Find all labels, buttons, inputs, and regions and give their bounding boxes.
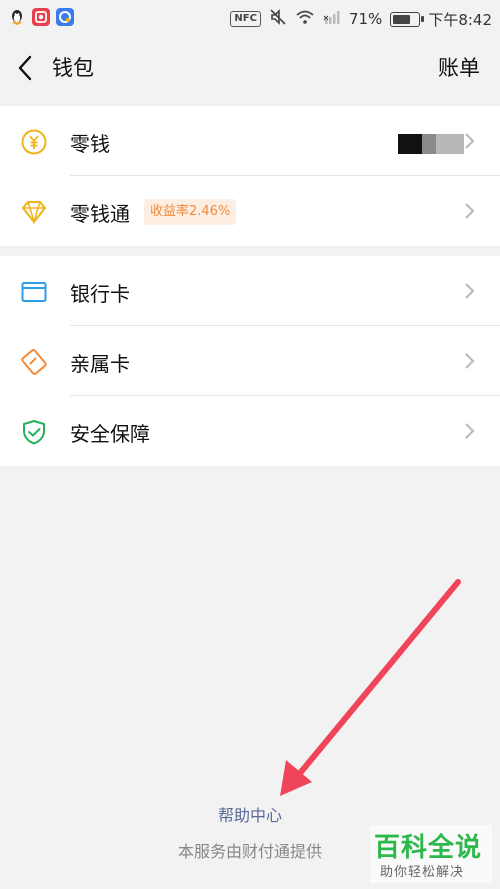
list-item-change[interactable]: 零钱 xyxy=(0,106,500,176)
list-item-change-pass[interactable]: 零钱通 收益率2.46% xyxy=(0,176,500,246)
signal-icon xyxy=(323,8,341,30)
notification-icons xyxy=(8,8,74,26)
diamond-icon xyxy=(20,198,48,226)
list-item-label: 亲属卡 xyxy=(70,352,130,376)
bill-button[interactable]: 账单 xyxy=(438,52,480,82)
chevron-right-icon xyxy=(464,422,476,440)
page-title: 钱包 xyxy=(52,56,94,80)
cards-section: 银行卡 亲属卡 安全保障 xyxy=(0,256,500,466)
qq-penguin-icon xyxy=(8,8,26,26)
watermark-title: 百科全说 xyxy=(374,833,483,863)
list-item-label: 零钱通 xyxy=(70,202,130,226)
list-item-label: 银行卡 xyxy=(70,282,130,306)
yield-rate-badge: 收益率2.46% xyxy=(144,199,237,225)
battery-icon xyxy=(390,11,425,27)
clock: 下午8:42 xyxy=(428,10,492,29)
list-item-label: 安全保障 xyxy=(70,422,150,446)
browser-app-icon xyxy=(56,8,74,26)
status-bar: NFC 71% 下午8:42 xyxy=(0,0,500,36)
mute-icon xyxy=(269,8,287,30)
masked-balance xyxy=(398,134,464,154)
chevron-right-icon xyxy=(464,282,476,300)
list-item-security[interactable]: 安全保障 xyxy=(0,396,500,466)
navigation-bar: 钱包 账单 xyxy=(0,36,500,100)
list-item-bank-card[interactable]: 银行卡 xyxy=(0,256,500,326)
bank-card-icon xyxy=(20,278,48,306)
battery-percent: 71% xyxy=(348,10,383,28)
wallet-section: 零钱 零钱通 收益率2.46% xyxy=(0,106,500,246)
family-card-icon xyxy=(20,348,48,376)
list-item-family-card[interactable]: 亲属卡 xyxy=(0,326,500,396)
watermark-subtitle: 助你轻松解决 xyxy=(380,865,465,880)
help-center-link[interactable]: 帮助中心 xyxy=(0,802,500,826)
chevron-left-icon xyxy=(18,55,32,81)
camera-app-icon xyxy=(32,8,50,26)
back-button[interactable] xyxy=(10,52,42,84)
watermark: 百科全说 助你轻松解决 xyxy=(370,825,492,883)
chevron-right-icon xyxy=(464,132,476,150)
wifi-icon xyxy=(295,8,315,30)
chevron-right-icon xyxy=(464,202,476,220)
shield-icon xyxy=(20,418,48,446)
list-item-label: 零钱 xyxy=(70,132,110,156)
nfc-indicator: NFC xyxy=(230,11,261,27)
chevron-right-icon xyxy=(464,352,476,370)
system-status: NFC 71% 下午8:42 xyxy=(230,8,492,30)
yuan-coin-icon xyxy=(20,128,48,156)
